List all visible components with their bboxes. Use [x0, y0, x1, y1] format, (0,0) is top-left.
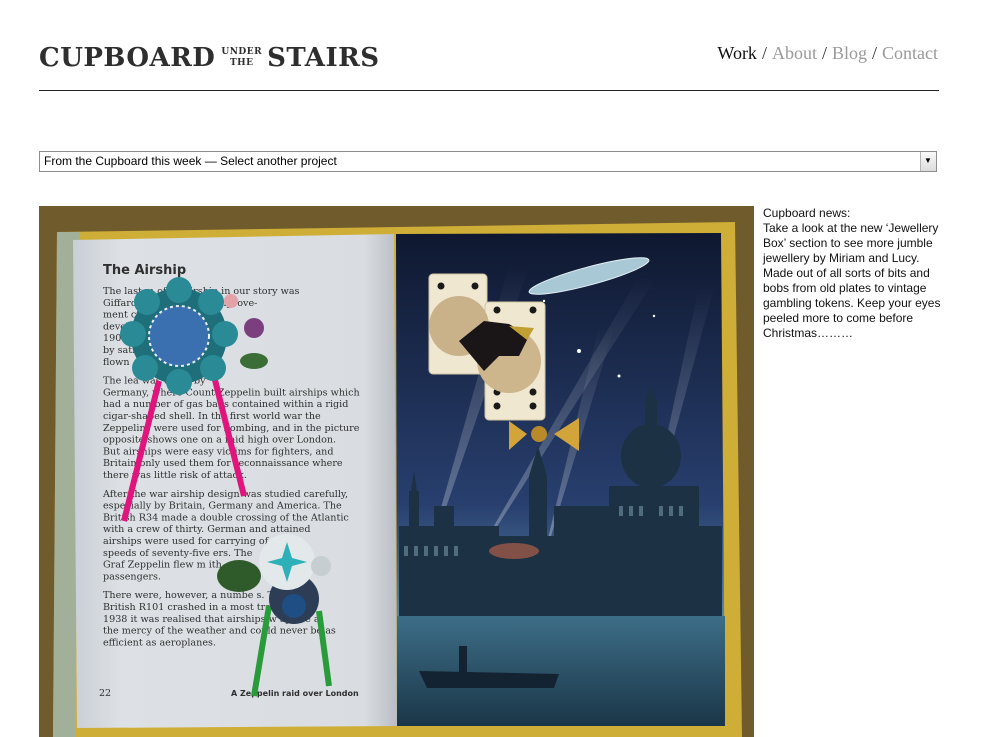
- book-text-line: Graf Zeppelin flew m ith: [103, 560, 222, 571]
- header-divider: [39, 90, 939, 91]
- book-text-line: with a crew of thirty. German and attain…: [103, 524, 310, 535]
- logo-word-cupboard: CUPBOARD: [39, 43, 216, 73]
- book-text-line: Germany, where Count Zeppelin built airs…: [103, 387, 360, 398]
- nav-separator: /: [761, 43, 767, 63]
- cupboard-news: Cupboard news: Take a look at the new ‘J…: [763, 206, 948, 341]
- chevron-down-icon: ▼: [924, 156, 932, 165]
- nav-contact[interactable]: Contact: [882, 43, 938, 63]
- book-text-line: opposite shows one on a raid high over L…: [103, 435, 336, 446]
- book-text-line: efficient as aeroplanes.: [103, 637, 216, 648]
- nav-separator: /: [821, 43, 827, 63]
- main-nav: Work / About / Blog / Contact: [717, 43, 938, 64]
- book-page-number: 22: [99, 688, 111, 699]
- book-title: The Airship: [103, 263, 186, 278]
- book-text-line: cigar-shaped shell. In the first world w…: [103, 411, 321, 422]
- book-text-line: speeds of seventy-five ers. The: [103, 548, 253, 559]
- book-text-line: had a number of gas bags contained withi…: [103, 399, 348, 410]
- logo-under-the: UNDER THE: [221, 47, 262, 69]
- book-text-line: airships were used for carrying of: [103, 536, 270, 547]
- book-text-line: British R34 made a double crossing of th…: [103, 512, 349, 523]
- book-text-line: especially by Britain, Germany and Ameri…: [103, 501, 342, 512]
- nav-about[interactable]: About: [772, 43, 817, 63]
- book-text-line: flown: [103, 357, 130, 368]
- nav-blog[interactable]: Blog: [832, 43, 867, 63]
- book-text-line: There were, however, a numbe s. The: [103, 590, 286, 601]
- logo-word-stairs: STAIRS: [267, 43, 380, 73]
- news-heading: Cupboard news:: [763, 206, 851, 220]
- nav-work[interactable]: Work: [717, 43, 757, 63]
- book-text-line: Zeppelins were used for bombing, and in …: [103, 423, 360, 434]
- book-text-line: After the war airship design was studied…: [102, 489, 348, 500]
- book-text-line: passengers.: [103, 571, 161, 582]
- nav-separator: /: [871, 43, 877, 63]
- select-dropdown-button[interactable]: ▼: [920, 152, 936, 171]
- book-caption: A Zeppelin raid over London: [231, 689, 359, 698]
- book-text-line: there was little risk of attack.: [103, 470, 247, 481]
- site-logo[interactable]: CUPBOARD UNDER THE STAIRS: [39, 40, 380, 76]
- news-body: Take a look at the new ‘Jewellery Box’ s…: [763, 221, 941, 340]
- project-select-value: From the Cupboard this week — Select ano…: [44, 154, 337, 168]
- project-photo-artwork: The Airship The last m of an airship in …: [39, 206, 754, 737]
- project-select[interactable]: From the Cupboard this week — Select ano…: [39, 151, 937, 172]
- book-text-line: the mercy of the weather and could never…: [103, 626, 336, 637]
- logo-word-under: UNDER: [221, 47, 263, 57]
- logo-word-the: THE: [229, 58, 254, 68]
- project-photo[interactable]: The Airship The last m of an airship in …: [39, 206, 754, 737]
